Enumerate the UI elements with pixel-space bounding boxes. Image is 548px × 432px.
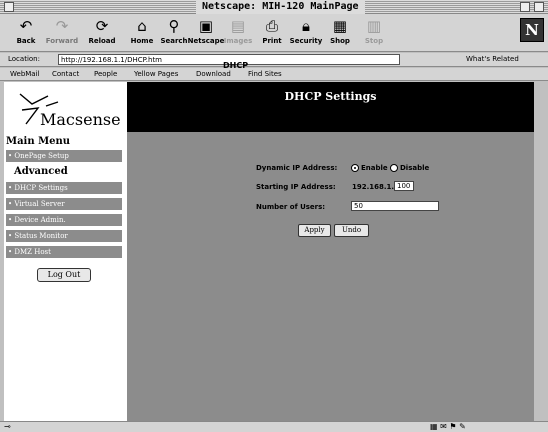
navigation-toolbar: ↶ Back ↷ Forward ⟳ Reload ⌂ Home ⚲ Search ▣ Ne… bbox=[0, 14, 548, 52]
component-bar-icon[interactable]: ▦ ✉ ⚑ ✎ bbox=[430, 422, 466, 432]
netscape-icon: ▣ bbox=[198, 17, 214, 35]
log-out-button[interactable]: Log Out bbox=[37, 268, 91, 282]
security-status-icon: ⊸ bbox=[4, 422, 11, 431]
zoom-box[interactable] bbox=[520, 2, 530, 12]
sidebar-item-status-monitor[interactable]: • Status Monitor bbox=[6, 230, 122, 242]
back-button[interactable]: ↶ Back bbox=[6, 15, 46, 51]
shop-icon: ▦ bbox=[332, 17, 348, 35]
number-of-users-field[interactable]: 50 bbox=[351, 201, 439, 211]
back-arrow-icon: ↶ bbox=[19, 17, 33, 35]
dhcp-section-label: DHCP bbox=[223, 61, 249, 70]
search-icon: ⚲ bbox=[168, 17, 180, 35]
disable-label: Disable bbox=[400, 164, 430, 172]
advanced-heading: Advanced bbox=[14, 166, 68, 177]
location-bar: Location: http://192.168.1.1/DHCP.htm Wh… bbox=[0, 53, 548, 67]
window-title: Netscape: MIH-120 MainPage bbox=[196, 0, 365, 14]
sidebar-item-device-admin[interactable]: • Device Admin. bbox=[6, 214, 122, 226]
dynamic-ip-label: Dynamic IP Address: bbox=[256, 164, 338, 172]
find-sites-link[interactable]: Find Sites bbox=[248, 70, 282, 78]
reload-icon: ⟳ bbox=[95, 17, 109, 35]
print-icon: ⎙ bbox=[265, 17, 278, 35]
location-label: Location: bbox=[8, 55, 40, 63]
webmail-link[interactable]: WebMail bbox=[10, 70, 39, 78]
undo-button[interactable]: Undo bbox=[334, 224, 369, 237]
main-menu-heading: Main Menu bbox=[6, 136, 71, 147]
starting-ip-label: Starting IP Address: bbox=[256, 183, 336, 191]
images-icon: ▤ bbox=[230, 17, 246, 35]
sidebar-item-virtual-server[interactable]: • Virtual Server bbox=[6, 198, 122, 210]
download-link[interactable]: Download bbox=[196, 70, 231, 78]
ip-last-octet-field[interactable]: 100 bbox=[394, 181, 414, 191]
forward-button[interactable]: ↷ Forward bbox=[42, 15, 82, 51]
personal-toolbar: WebMail Contact People Yellow Pages Down… bbox=[0, 68, 548, 81]
sidebar-item-onepage-setup[interactable]: • OnePage Setup bbox=[6, 150, 122, 162]
sidebar-item-dmz-host[interactable]: • DMZ Host bbox=[6, 246, 122, 258]
enable-label: Enable bbox=[361, 164, 388, 172]
close-box[interactable] bbox=[4, 2, 14, 12]
stop-icon: ▥ bbox=[366, 17, 382, 35]
sidebar: Macsense Main Menu • OnePage Setup Advan… bbox=[4, 82, 127, 421]
yellow-pages-link[interactable]: Yellow Pages bbox=[134, 70, 178, 78]
brand-name: Macsense bbox=[40, 110, 121, 129]
number-of-users-label: Number of Users: bbox=[256, 203, 326, 211]
page-title: DHCP Settings bbox=[284, 90, 377, 103]
sidebar-item-dhcp-settings[interactable]: • DHCP Settings bbox=[6, 182, 122, 194]
disable-radio[interactable] bbox=[390, 164, 398, 172]
window-titlebar[interactable]: Netscape: MIH-120 MainPage bbox=[0, 0, 548, 14]
home-icon: ⌂ bbox=[137, 17, 147, 35]
status-bar: ⊸ ▦ ✉ ⚑ ✎ bbox=[0, 421, 548, 432]
reload-button[interactable]: ⟳ Reload bbox=[82, 15, 122, 51]
collapse-box[interactable] bbox=[534, 2, 544, 12]
ip-prefix: 192.168.1. bbox=[352, 183, 395, 191]
contact-link[interactable]: Contact bbox=[52, 70, 79, 78]
stop-button[interactable]: ▥ Stop bbox=[354, 15, 394, 51]
forward-arrow-icon: ↷ bbox=[55, 17, 69, 35]
people-link[interactable]: People bbox=[94, 70, 117, 78]
page-content: Macsense Main Menu • OnePage Setup Advan… bbox=[4, 82, 534, 421]
whats-related-button[interactable]: What's Related bbox=[466, 55, 519, 63]
page-header: DHCP Settings bbox=[127, 82, 534, 132]
security-icon: 🔒︎ bbox=[302, 17, 310, 35]
netscape-logo[interactable]: N bbox=[520, 18, 544, 42]
enable-radio[interactable] bbox=[351, 164, 359, 172]
apply-button[interactable]: Apply bbox=[298, 224, 331, 237]
